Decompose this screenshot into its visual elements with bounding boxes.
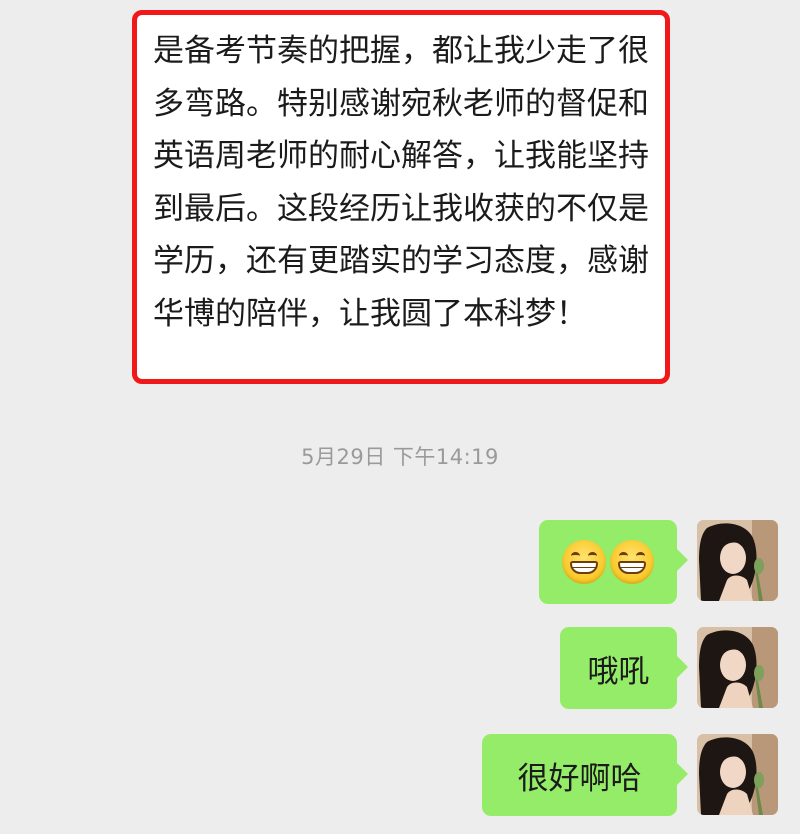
outgoing-message-bubble[interactable]: 很好啊哈 xyxy=(482,734,688,816)
incoming-message-bubble[interactable]: 是备考节奏的把握，都让我少走了很多弯路。特别感谢宛秋老师的督促和英语周老师的耐心… xyxy=(132,10,670,384)
grinning-face-icon xyxy=(610,540,654,584)
message-timestamp: 5月29日 下午14:19 xyxy=(301,445,499,469)
user-avatar[interactable] xyxy=(697,520,778,601)
outgoing-message-bubble[interactable]: 哦吼 xyxy=(560,627,688,709)
avatar-portrait-image xyxy=(697,734,778,815)
incoming-message-text: 是备考节奏的把握，都让我少走了很多弯路。特别感谢宛秋老师的督促和英语周老师的耐心… xyxy=(153,33,649,332)
grinning-face-icon xyxy=(562,540,606,584)
avatar-portrait-image xyxy=(697,627,778,708)
user-avatar[interactable] xyxy=(697,734,778,815)
outgoing-message-text: 哦吼 xyxy=(587,653,650,690)
outgoing-message-text: 很好啊哈 xyxy=(517,760,642,797)
avatar-portrait-image xyxy=(697,520,778,601)
user-avatar[interactable] xyxy=(697,627,778,708)
outgoing-message-bubble[interactable] xyxy=(539,520,688,604)
emoji-row xyxy=(562,540,654,584)
